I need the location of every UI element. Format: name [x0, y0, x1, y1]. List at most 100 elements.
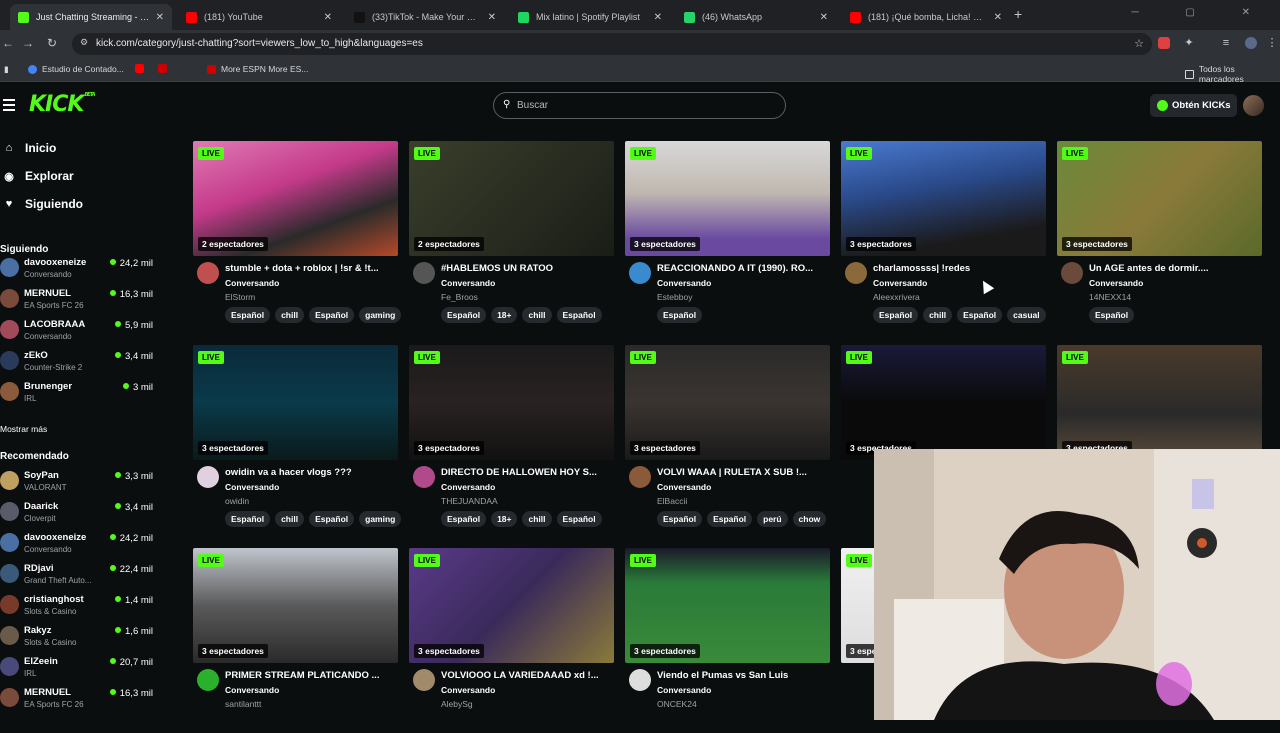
tab-5[interactable]: (181) ¡Qué bomba, Licha! El GO ✕	[842, 4, 1010, 30]
nav-siguiendo[interactable]: ♥ Siguiendo	[0, 197, 83, 211]
streamer-name[interactable]: THEJUANDAA	[441, 496, 498, 506]
tag-chip[interactable]: perú	[757, 511, 788, 527]
stream-thumbnail[interactable]: LIVE 3 espectadores	[1057, 345, 1262, 460]
streamer-avatar[interactable]	[197, 262, 219, 284]
tag-chip[interactable]: Español	[441, 307, 487, 323]
channel-item[interactable]: Daarick Cloverpit 3,4 mil	[0, 498, 160, 528]
bookmark-star-icon[interactable]: ☆	[1134, 37, 1144, 50]
show-more-link[interactable]: Mostrar más	[0, 424, 47, 434]
close-tab-icon[interactable]: ✕	[654, 12, 662, 23]
channel-item[interactable]: zEkO Counter-Strike 2 3,4 mil	[0, 347, 160, 377]
close-tab-icon[interactable]: ✕	[994, 12, 1002, 23]
bookmark-0[interactable]: Estudio de Contado...	[28, 64, 124, 74]
tag-chip[interactable]: gaming	[359, 307, 402, 323]
stream-category[interactable]: Conversando	[225, 685, 279, 695]
stream-title[interactable]: REACCIONANDO A IT (1990). RO...	[657, 263, 827, 274]
stream-thumbnail[interactable]: LIVE 3 espectadores	[193, 548, 398, 663]
tag-chip[interactable]: Español	[441, 511, 487, 527]
stream-card[interactable]: LIVE 3 espectadores charlamossss| !redes Co…	[841, 141, 1046, 326]
stream-card[interactable]: LIVE 3 espectadores VOLVIOOO LA VARIEDAAAD…	[409, 548, 614, 733]
search-input[interactable]: ⚲ Buscar	[493, 92, 786, 119]
reload-icon[interactable]: ↻	[47, 36, 57, 50]
extensions-puzzle-icon[interactable]: ✦	[1183, 37, 1195, 49]
stream-title[interactable]: DIRECTO DE HALLOWEN HOY S...	[441, 467, 611, 478]
streamer-name[interactable]: Fe_Broos	[441, 292, 478, 302]
stream-title[interactable]: charlamossss| !redes	[873, 263, 1043, 274]
tab-0[interactable]: Just Chatting Streaming - Live ✕	[10, 4, 172, 30]
streamer-avatar[interactable]	[413, 466, 435, 488]
channel-item[interactable]: Rakyz Slots & Casino 1,6 mil	[0, 622, 160, 652]
stream-card[interactable]: LIVE 3 espectadores PRIMER STREAM PLATICAN…	[193, 548, 398, 733]
streamer-name[interactable]: Estebboy	[657, 292, 692, 302]
nav-inicio[interactable]: ⌂ Inicio	[0, 141, 57, 155]
tag-chip[interactable]: chill	[275, 511, 305, 527]
streamer-avatar[interactable]	[629, 669, 651, 691]
extension-icon[interactable]	[1158, 37, 1170, 49]
channel-item[interactable]: davooxeneize Conversando 24,2 mil	[0, 254, 160, 284]
stream-thumbnail[interactable]: LIVE 3 espectadores	[1057, 141, 1262, 256]
tag-chip[interactable]: 18+	[491, 307, 518, 323]
media-control-icon[interactable]: ≡	[1220, 37, 1232, 49]
kick-logo[interactable]: KICKBETA	[29, 92, 96, 117]
tag-chip[interactable]: Español	[657, 511, 703, 527]
channel-item[interactable]: davooxeneize Conversando 24,2 mil	[0, 529, 160, 559]
streamer-avatar[interactable]	[197, 466, 219, 488]
bookmark-1[interactable]	[135, 64, 149, 73]
stream-title[interactable]: owidin va a hacer vlogs ???	[225, 467, 395, 478]
user-avatar[interactable]	[1243, 95, 1264, 116]
site-info-icon[interactable]: ⚙	[80, 37, 88, 48]
stream-card[interactable]: LIVE 3 espectadores owidin va a hacer vlog…	[193, 345, 402, 530]
stream-category[interactable]: Conversando	[1089, 278, 1143, 288]
stream-card[interactable]: LIVE 3 espectadores Viendo el Pumas vs San…	[625, 548, 830, 733]
channel-item[interactable]: MERNUEL EA Sports FC 26 16,3 mil	[0, 684, 160, 714]
stream-title[interactable]: Viendo el Pumas vs San Luis	[657, 670, 827, 681]
tab-4[interactable]: (46) WhatsApp ✕	[676, 4, 836, 30]
stream-thumbnail[interactable]: LIVE 2 espectadores	[193, 141, 398, 256]
channel-item[interactable]: Brunenger IRL 3 mil	[0, 378, 160, 408]
tag-chip[interactable]: chill	[923, 307, 953, 323]
stream-card[interactable]: LIVE 2 espectadores stumble + dota + roblo…	[193, 141, 402, 326]
tag-chip[interactable]: Español	[707, 511, 753, 527]
close-tab-icon[interactable]: ✕	[156, 12, 164, 23]
close-tab-icon[interactable]: ✕	[820, 12, 828, 23]
hamburger-menu-icon[interactable]	[3, 99, 15, 114]
nav-explorar[interactable]: ◉ Explorar	[0, 169, 74, 183]
apps-icon[interactable]: ▮	[4, 64, 9, 75]
channel-item[interactable]: SoyPan VALORANT 3,3 mil	[0, 467, 160, 497]
bookmark-3[interactable]: More ESPN More ES...	[207, 64, 308, 74]
address-bar[interactable]: ⚙ kick.com/category/just-chatting?sort=v…	[72, 33, 1152, 55]
channel-item[interactable]: MERNUEL EA Sports FC 26 16,3 mil	[0, 285, 160, 315]
stream-thumbnail[interactable]: LIVE 3 espectadores	[841, 345, 1046, 460]
tab-3[interactable]: Mix latino | Spotify Playlist ✕	[510, 4, 670, 30]
tag-chip[interactable]: Español	[556, 307, 602, 323]
stream-card[interactable]: LIVE 3 espectadores VOLVI WAAA | RULETA X …	[625, 345, 830, 530]
streamer-name[interactable]: ElBaccii	[657, 496, 687, 506]
streamer-name[interactable]: owidin	[225, 496, 249, 506]
tag-chip[interactable]: 18+	[491, 511, 518, 527]
profile-icon[interactable]	[1245, 37, 1257, 49]
tag-chip[interactable]: casual	[1007, 307, 1046, 323]
all-bookmarks[interactable]: Todos los marcadores	[1185, 64, 1280, 84]
tag-chip[interactable]: Español	[873, 307, 919, 323]
stream-card[interactable]: LIVE 2 espectadores #HABLEMOS UN RATOO Conv…	[409, 141, 614, 326]
stream-card[interactable]: LIVE 3 espectadores REACCIONANDO A IT (199…	[625, 141, 830, 326]
stream-thumbnail[interactable]: LIVE 2 espectadores	[409, 141, 614, 256]
stream-title[interactable]: VOLVI WAAA | RULETA X SUB !...	[657, 467, 827, 478]
stream-thumbnail[interactable]: LIVE 3 espectadores	[193, 345, 398, 460]
tag-chip[interactable]: chill	[275, 307, 305, 323]
stream-thumbnail[interactable]: LIVE 3 espectadores	[625, 548, 830, 663]
forward-icon[interactable]: →	[22, 36, 34, 50]
stream-category[interactable]: Conversando	[873, 278, 927, 288]
stream-category[interactable]: Conversando	[225, 278, 279, 288]
channel-item[interactable]: ElZeein IRL 20,7 mil	[0, 653, 160, 683]
bookmark-2[interactable]	[158, 64, 172, 73]
tab-2[interactable]: (33)TikTok - Make Your Day ✕	[346, 4, 504, 30]
streamer-name[interactable]: 14NEXX14	[1089, 292, 1131, 302]
streamer-avatar[interactable]	[197, 669, 219, 691]
stream-title[interactable]: PRIMER STREAM PLATICANDO ...	[225, 670, 395, 681]
tag-chip[interactable]: Español	[657, 307, 703, 323]
stream-category[interactable]: Conversando	[657, 278, 711, 288]
streamer-name[interactable]: ElStorm	[225, 292, 255, 302]
stream-card[interactable]: LIVE 3 espectadores Un AGE antes de dormir…	[1057, 141, 1262, 326]
tag-chip[interactable]: Español	[957, 307, 1003, 323]
